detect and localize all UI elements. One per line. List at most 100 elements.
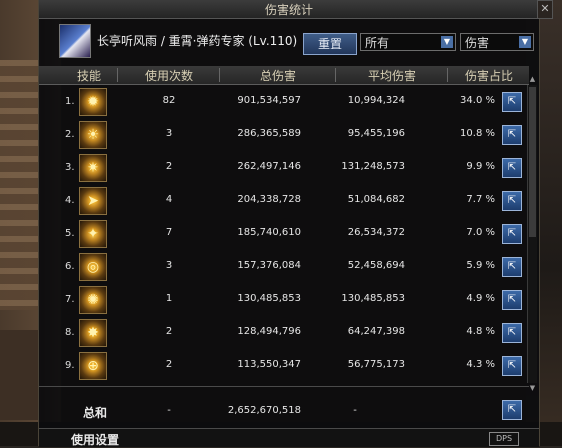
row-percent: 7.7 % [466, 194, 495, 205]
share-icon: ⇱ [507, 294, 517, 305]
row-average-damage: 52,458,694 [347, 260, 405, 271]
share-button[interactable]: ⇱ [502, 224, 522, 244]
crosshair-icon: ⊕ [79, 352, 107, 380]
summary-divider [39, 386, 529, 387]
spark-icon: ✦ [79, 220, 107, 248]
settings-label[interactable]: 使用设置 [71, 431, 119, 448]
row-percent: 4.8 % [466, 326, 495, 337]
share-icon: ⇱ [507, 162, 517, 173]
table-row[interactable]: 7. ✺ 1 130,485,853 130,485,853 4.9 % ⇱ [39, 283, 525, 317]
column-divider [219, 68, 220, 82]
row-percent: 34.0 % [460, 95, 495, 106]
column-header-total[interactable]: 总伤害 [221, 67, 335, 84]
table-row[interactable]: 4. ➤ 4 204,338,728 51,084,682 7.7 % ⇱ [39, 184, 525, 218]
background-floor [0, 330, 40, 420]
column-header-average[interactable]: 平均伤害 [337, 67, 447, 84]
character-header: 长亭听风雨 / 重霄·弹药专家 (Lv.110) 重置 所有 ▼ 伤害 ▼ [39, 20, 539, 62]
table-row[interactable]: 3. ✷ 2 262,497,146 131,248,573 9.9 % ⇱ [39, 151, 525, 185]
share-button[interactable]: ⇱ [502, 158, 522, 178]
damage-stats-window: 伤害统计 ✕ 长亭听风雨 / 重霄·弹药专家 (Lv.110) 重置 所有 ▼ … [38, 0, 553, 448]
share-button[interactable]: ⇱ [502, 257, 522, 277]
column-header-share[interactable]: 伤害占比 [449, 67, 529, 84]
row-total-damage: 113,550,347 [237, 359, 301, 370]
row-percent: 4.9 % [466, 293, 495, 304]
table-row[interactable]: 9. ⊕ 2 113,550,347 56,775,173 4.3 % ⇱ [39, 349, 525, 383]
chevron-down-icon: ▼ [441, 36, 453, 48]
row-rank: 1. [65, 96, 75, 107]
row-rank: 4. [65, 195, 75, 206]
window-title: 伤害统计 [264, 3, 313, 17]
row-average-damage: 130,485,853 [341, 293, 405, 304]
row-percent: 10.8 % [460, 128, 495, 139]
row-average-damage: 56,775,173 [347, 359, 405, 370]
row-average-damage: 64,247,398 [347, 326, 405, 337]
row-count: 1 [165, 293, 173, 304]
laser-icon: ➤ [79, 187, 107, 215]
share-button[interactable]: ⇱ [502, 290, 522, 310]
row-rank: 2. [65, 129, 75, 140]
row-count: 3 [165, 128, 173, 139]
table-row[interactable]: 5. ✦ 7 185,740,610 26,534,372 7.0 % ⇱ [39, 217, 525, 251]
share-button[interactable]: ⇱ [502, 323, 522, 343]
avatar [59, 24, 91, 58]
row-rank: 5. [65, 228, 75, 239]
row-count: 2 [165, 161, 173, 172]
dps-toggle[interactable]: DPS [489, 432, 519, 446]
row-count: 2 [165, 359, 173, 370]
reset-button[interactable]: 重置 [303, 33, 357, 55]
row-total-damage: 286,365,589 [237, 128, 301, 139]
table-row[interactable]: 8. ✸ 2 128,494,796 64,247,398 4.8 % ⇱ [39, 316, 525, 350]
filter-select[interactable]: 所有 ▼ [360, 33, 456, 51]
column-header-skill[interactable]: 技能 [65, 67, 113, 84]
row-average-damage: 26,534,372 [347, 227, 405, 238]
rays-icon: ✺ [79, 286, 107, 314]
title-bar[interactable]: 伤害统计 ✕ [39, 0, 553, 19]
column-divider [335, 68, 336, 82]
share-icon: ⇱ [507, 360, 517, 371]
burst-icon: ✷ [79, 154, 107, 182]
row-percent: 4.3 % [466, 359, 495, 370]
table-row[interactable]: 1. ✹ 82 901,534,597 10,994,324 34.0 % ⇱ [39, 85, 525, 119]
row-average-damage: 10,994,324 [347, 95, 405, 106]
share-button[interactable]: ⇱ [502, 356, 522, 376]
share-button[interactable]: ⇱ [502, 125, 522, 145]
share-button[interactable]: ⇱ [502, 191, 522, 211]
row-total-damage: 262,497,146 [237, 161, 301, 172]
summary-total: 2,652,670,518 [227, 405, 301, 416]
metric-select-value: 伤害 [465, 36, 490, 50]
flame-ring-icon: ☀ [79, 121, 107, 149]
metric-select[interactable]: 伤害 ▼ [460, 33, 534, 51]
row-count: 7 [165, 227, 173, 238]
scroll-down-icon[interactable]: ▼ [528, 384, 537, 393]
swirl-icon: ◎ [79, 253, 107, 281]
row-rank: 6. [65, 261, 75, 272]
table-row[interactable]: 2. ☀ 3 286,365,589 95,455,196 10.8 % ⇱ [39, 118, 525, 152]
share-icon: ⇱ [507, 129, 517, 140]
summary-row: 总和 - 2,652,670,518 - ⇱ [39, 396, 529, 424]
summary-count: - [167, 405, 171, 416]
row-count: 3 [165, 260, 173, 271]
chevron-down-icon: ▼ [519, 36, 531, 48]
column-divider [117, 68, 118, 82]
row-rank: 7. [65, 294, 75, 305]
share-icon: ⇱ [507, 404, 517, 415]
character-name: 长亭听风雨 / 重霄·弹药专家 (Lv.110) [97, 34, 298, 48]
share-icon: ⇱ [507, 261, 517, 272]
share-icon: ⇱ [507, 327, 517, 338]
scroll-up-icon[interactable]: ▲ [528, 75, 537, 84]
share-button[interactable]: ⇱ [502, 400, 522, 420]
scrollbar[interactable]: ▲ ▼ [527, 75, 537, 392]
grenade-icon: ✹ [79, 88, 107, 116]
filter-select-value: 所有 [365, 36, 390, 50]
row-total-damage: 901,534,597 [237, 95, 301, 106]
row-percent: 9.9 % [466, 161, 495, 172]
share-icon: ⇱ [507, 96, 517, 107]
close-icon[interactable]: ✕ [537, 0, 553, 19]
column-header-count[interactable]: 使用次数 [119, 67, 219, 84]
share-button[interactable]: ⇱ [502, 92, 522, 112]
table-row[interactable]: 6. ◎ 3 157,376,084 52,458,694 5.9 % ⇱ [39, 250, 525, 284]
row-count: 2 [165, 326, 173, 337]
row-average-damage: 131,248,573 [341, 161, 405, 172]
row-percent: 5.9 % [466, 260, 495, 271]
scroll-thumb[interactable] [529, 87, 536, 237]
